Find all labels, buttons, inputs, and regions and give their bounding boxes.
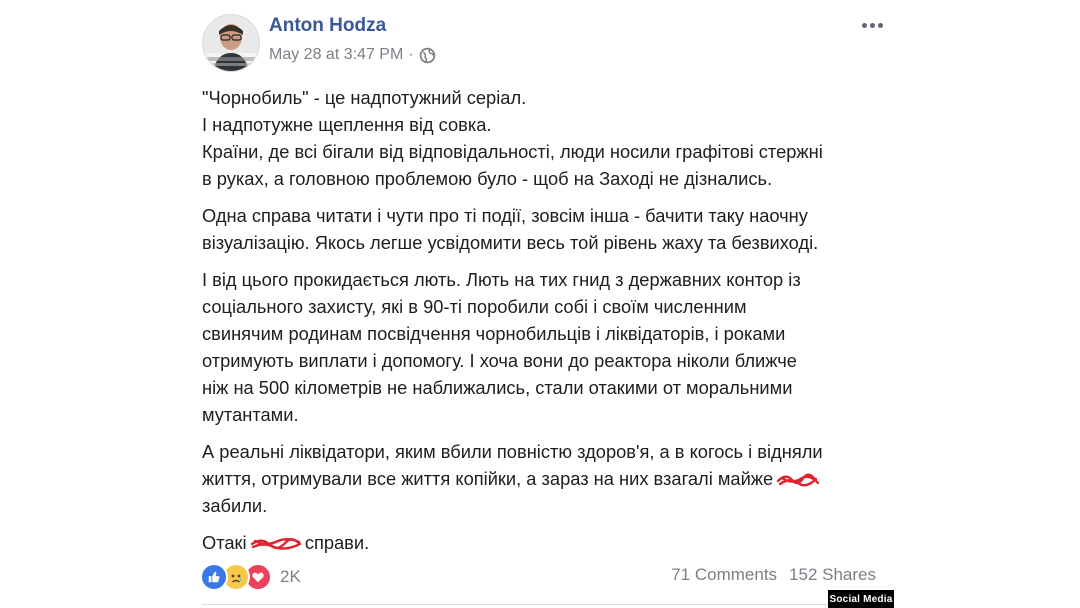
post-timestamp[interactable]: May 28 at 3:47 PM [269, 46, 403, 64]
reaction-count: 2K [280, 567, 301, 586]
reactions-summary[interactable]: 2K [200, 563, 301, 591]
post-paragraph: Одна справа читати і чути про ті події, … [202, 202, 892, 256]
text-line: А реальні ліквідатори, яким вбили повніс… [202, 441, 823, 462]
text-line: І від цього прокидається лють. Лють на т… [202, 269, 801, 290]
text-line: мутантами. [202, 404, 299, 425]
censored-word-scribble [777, 467, 820, 487]
post-paragraph: Отакі справи. [202, 529, 892, 556]
screenshot-page: Anton Hodza May 28 at 3:47 PM · "Чорноби… [0, 0, 1080, 608]
text-line: "Чорнобиль" - це надпотужний серіал. [202, 87, 527, 108]
post-paragraph: "Чорнобиль" - це надпотужний серіал. І н… [202, 84, 892, 192]
avatar-image [203, 15, 259, 71]
like-icon [200, 563, 228, 591]
post-paragraph: І від цього прокидається лють. Лють на т… [202, 266, 892, 428]
post-stats: 71 Comments 152 Shares [671, 565, 876, 585]
text-line: отримують виплати і допомогу. І хоча вон… [202, 350, 797, 371]
author-avatar[interactable] [202, 14, 260, 72]
text-line: візуалізацію. Якось легше усвідомити вес… [202, 232, 819, 253]
text-line: забили. [202, 495, 268, 516]
shares-count-link[interactable]: 152 Shares [789, 565, 876, 585]
post-meta: May 28 at 3:47 PM · [269, 46, 436, 64]
text-line: І надпотужне щеплення від совка. [202, 114, 492, 135]
facebook-post: Anton Hodza May 28 at 3:47 PM · "Чорноби… [190, 0, 890, 608]
text-line: соціального захисту, які в 90-ті поробил… [202, 296, 747, 317]
footer-divider [202, 604, 878, 605]
text-fragment: Отакі [202, 532, 247, 553]
author-name[interactable]: Anton Hodza [269, 15, 386, 37]
text-line: Одна справа читати і чути про ті події, … [202, 205, 808, 226]
text-line: життя, отримували все життя копійки, а з… [202, 465, 892, 492]
text-fragment: життя, отримували все життя копійки, а з… [202, 468, 774, 489]
globe-icon[interactable] [419, 47, 436, 64]
text-line: Отакі справи. [202, 529, 892, 556]
text-line: в руках, а головною проблемою було - щоб… [202, 168, 773, 189]
text-line: Країни, де всі бігали від відповідальнос… [202, 141, 823, 162]
post-footer: 2K 71 Comments 152 Shares [200, 559, 890, 593]
more-options-icon[interactable] [857, 10, 887, 40]
comments-count-link[interactable]: 71 Comments [671, 565, 777, 585]
text-fragment: справи. [304, 532, 370, 553]
meta-separator: · [408, 46, 414, 63]
post-paragraph: А реальні ліквідатори, яким вбили повніс… [202, 438, 892, 519]
post-body: "Чорнобиль" - це надпотужний серіал. І н… [202, 84, 892, 566]
censored-word-scribble [250, 531, 301, 550]
text-line: свинячим родинам посвідчення чорнобильці… [202, 323, 786, 344]
source-watermark: Social Media [828, 590, 894, 608]
text-line: ніж на 500 кілометрів не наближались, ст… [202, 377, 793, 398]
